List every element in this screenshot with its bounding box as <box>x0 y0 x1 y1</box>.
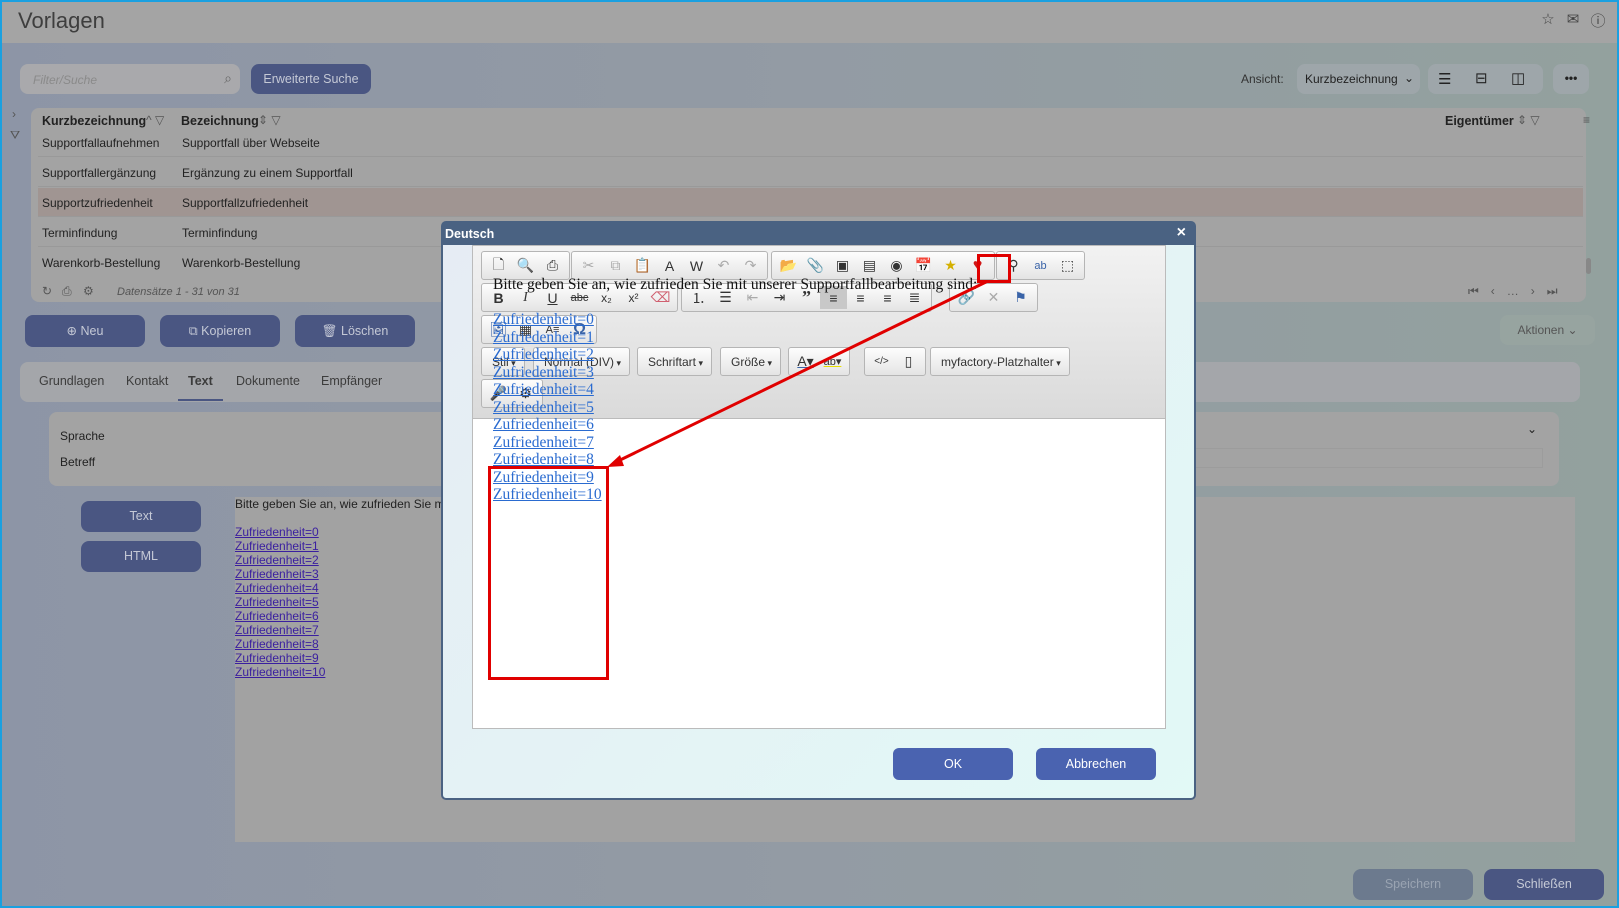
annotation-arrow <box>607 280 987 467</box>
